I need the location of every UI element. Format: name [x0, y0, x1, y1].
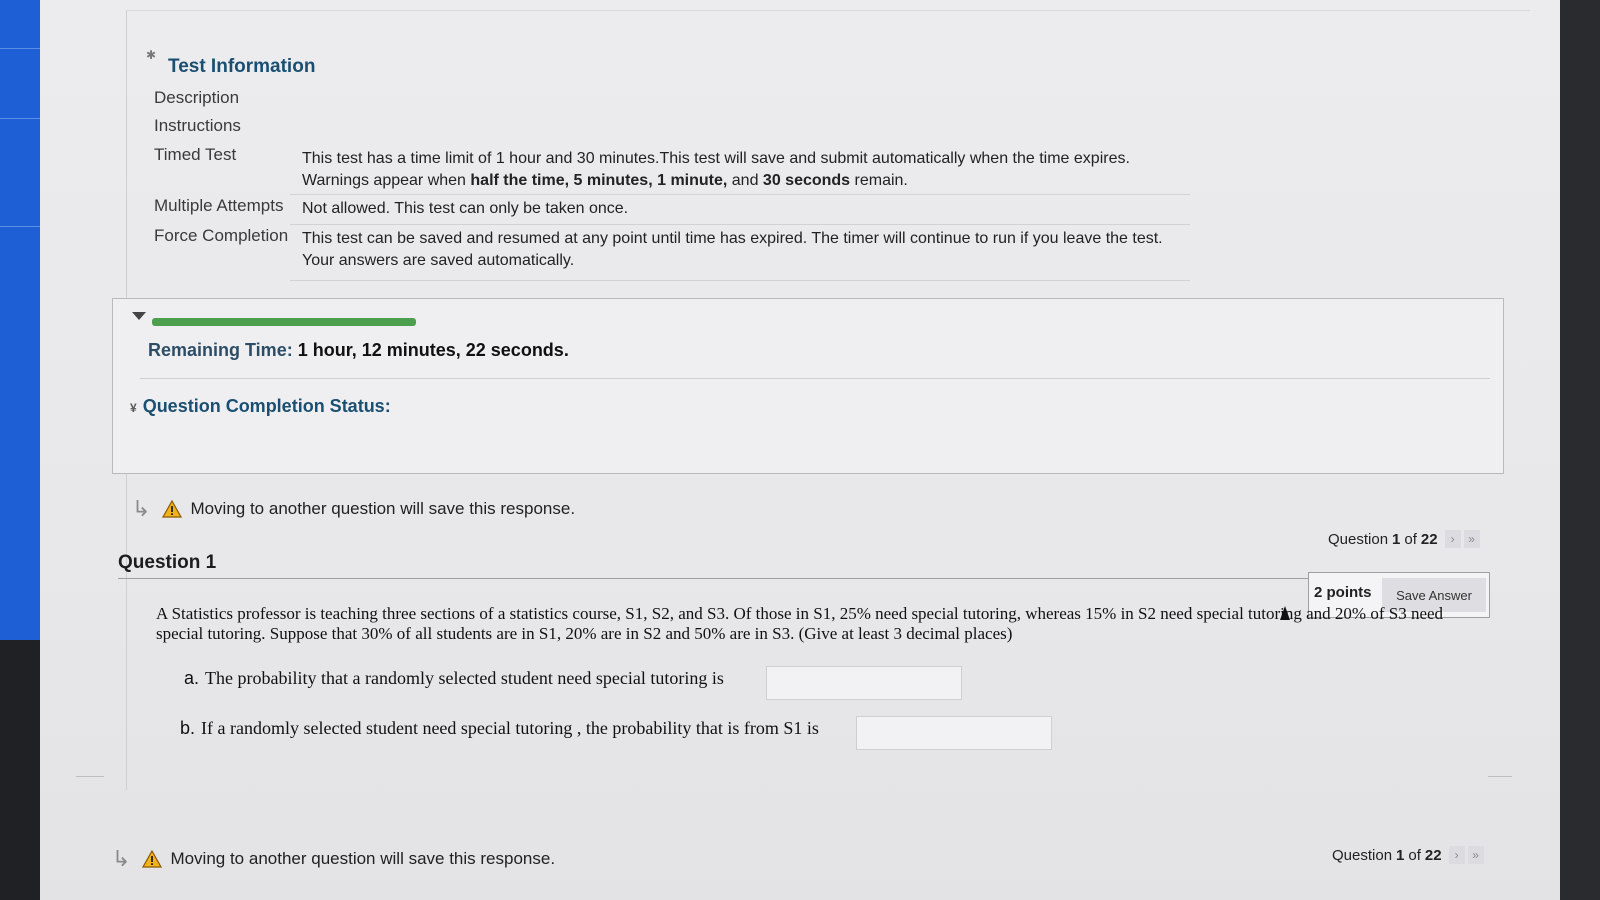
- timed-test-line1: This test has a time limit of 1 hour and…: [302, 150, 1130, 167]
- row-divider: [290, 224, 1190, 225]
- save-warning-text: Moving to another question will save thi…: [190, 499, 576, 518]
- warning-triangle-icon: [142, 850, 163, 868]
- answer-b-input[interactable]: [856, 716, 1052, 750]
- right-dark-edge: [1560, 0, 1600, 900]
- timer-divider: [140, 378, 1490, 379]
- question-text: A Statistics professor is teaching three…: [156, 604, 1444, 643]
- warning-bold-times: half the time, 5 minutes, 1 minute,: [470, 172, 728, 189]
- next-question-button[interactable]: ›: [1444, 530, 1461, 548]
- question-title: Question 1: [118, 552, 217, 573]
- collapse-star-icon[interactable]: ✱: [146, 48, 156, 62]
- mouse-cursor-icon: [1280, 606, 1290, 620]
- nav-total: 22: [1424, 846, 1442, 864]
- warning-triangle-icon: [162, 500, 183, 518]
- time-progress-bar: [152, 318, 1472, 326]
- time-progress-fill: [152, 318, 416, 326]
- warning-and: and: [727, 172, 763, 189]
- question-nav-top: Question 1 of 22 › »: [1328, 530, 1480, 548]
- warning-prefix: Warnings appear when: [302, 172, 471, 189]
- last-question-button[interactable]: »: [1463, 530, 1480, 548]
- question-completion-status[interactable]: ¥ Question Completion Status:: [130, 396, 391, 417]
- row-divider: [290, 194, 1190, 195]
- part-a-letter: a.: [184, 668, 200, 688]
- warning-suffix: remain.: [850, 172, 908, 189]
- multiple-attempts-label: Multiple Attempts: [154, 196, 284, 215]
- question-part-b: b. If a randomly selected student need s…: [180, 718, 819, 739]
- description-label: Description: [154, 88, 240, 107]
- timed-test-value: This test has a time limit of 1 hour and…: [302, 148, 1130, 192]
- save-warning-bottom: ↳ Moving to another question will save t…: [112, 846, 555, 872]
- warning-bold-seconds: 30 seconds: [762, 172, 851, 189]
- answer-a-input[interactable]: [766, 666, 962, 700]
- row-divider: [290, 280, 1190, 281]
- force-completion-value: This test can be saved and resumed at an…: [302, 228, 1163, 272]
- multiple-attempts-value: Not allowed. This test can only be taken…: [302, 200, 629, 217]
- nav-of: of: [1404, 530, 1417, 548]
- next-question-button[interactable]: ›: [1448, 846, 1465, 864]
- nav-question-word: Question: [1328, 530, 1389, 548]
- timed-test-label: Timed Test: [154, 145, 237, 164]
- timer-collapse-icon[interactable]: [132, 312, 146, 320]
- nav-total: 22: [1420, 530, 1438, 548]
- nav-current: 1: [1396, 846, 1405, 864]
- last-question-button[interactable]: »: [1467, 846, 1484, 864]
- remaining-time-label: Remaining Time:: [148, 340, 293, 360]
- part-a-text: The probability that a randomly selected…: [205, 668, 724, 688]
- question-part-a: a. The probability that a randomly selec…: [184, 668, 724, 689]
- remaining-time-value: 1 hour, 12 minutes, 22 seconds.: [297, 340, 569, 360]
- save-warning-top: ↳ Moving to another question will save t…: [132, 496, 575, 522]
- timed-test-line2: Warnings appear when half the time, 5 mi…: [302, 170, 1130, 192]
- question-completion-status-label: Question Completion Status:: [142, 396, 391, 416]
- nav-of: of: [1408, 846, 1421, 864]
- part-b-text: If a randomly selected student need spec…: [201, 718, 819, 738]
- part-b-letter: b.: [180, 718, 196, 738]
- instructions-label: Instructions: [154, 116, 241, 135]
- double-chevron-down-icon: ¥: [130, 401, 137, 415]
- save-warning-text: Moving to another question will save thi…: [170, 849, 556, 868]
- question-points: 2 points: [1314, 584, 1372, 601]
- left-bar-divider: [0, 226, 44, 227]
- question-nav-bottom: Question 1 of 22 › »: [1332, 846, 1484, 864]
- return-arrow-icon: ↳: [132, 496, 151, 521]
- card-bottom-rule: [76, 776, 104, 777]
- test-information-title: Test Information: [168, 56, 316, 77]
- force-completion-line1: This test can be saved and resumed at an…: [302, 230, 1163, 247]
- card-bottom-rule-right: [1488, 776, 1512, 777]
- force-completion-label: Force Completion: [154, 226, 289, 245]
- nav-question-word: Question: [1332, 846, 1393, 864]
- question-title-rule: [118, 578, 1308, 579]
- remaining-time: Remaining Time: 1 hour, 12 minutes, 22 s…: [148, 340, 569, 361]
- test-page: ✱ Test Information Description Instructi…: [40, 0, 1560, 900]
- return-arrow-icon: ↳: [112, 846, 131, 871]
- nav-current: 1: [1392, 530, 1401, 548]
- force-completion-line2: Your answers are saved automatically.: [302, 252, 575, 269]
